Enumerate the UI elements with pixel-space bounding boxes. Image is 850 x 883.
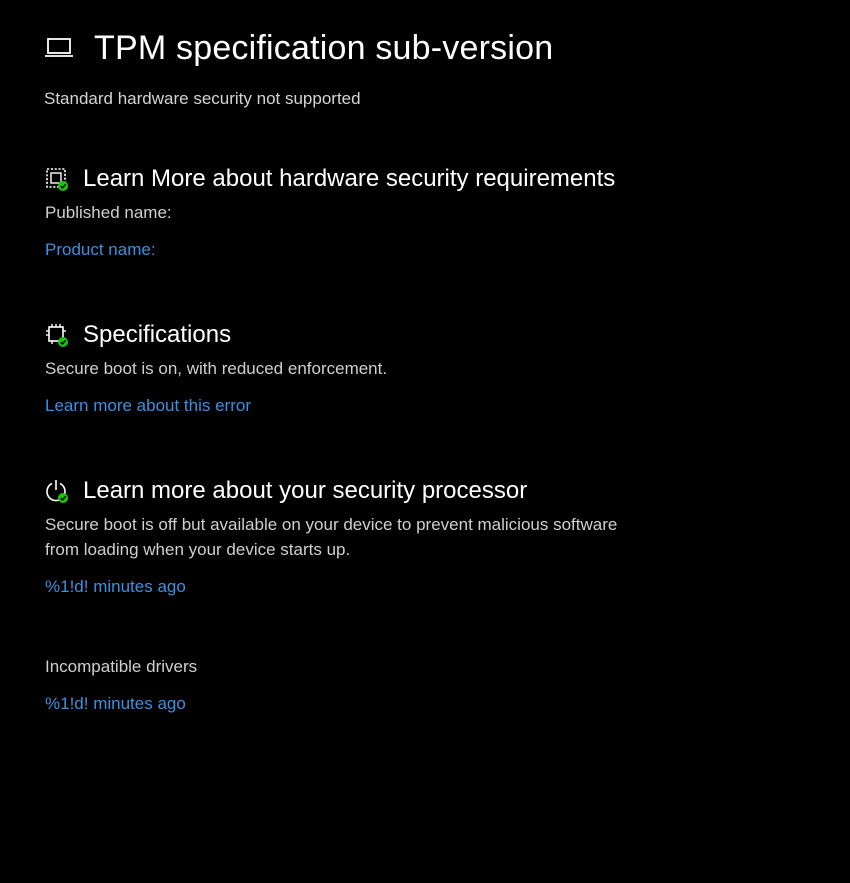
page-subtitle: Standard hardware security not supported <box>44 89 361 108</box>
product-name-link[interactable]: Product name: <box>45 239 156 261</box>
minutes-ago-link[interactable]: %1!d! minutes ago <box>45 576 186 598</box>
section-header: Learn More about hardware security requi… <box>45 164 685 194</box>
page-title: TPM specification sub-version <box>94 29 554 67</box>
section-security-processor: Learn more about your security processor… <box>45 476 685 598</box>
secure-boot-status-text: Secure boot is on, with reduced enforcem… <box>45 359 388 378</box>
security-processor-details-page: TPM specification sub-version Standard h… <box>0 0 850 883</box>
incompatible-drivers-label: Incompatible drivers <box>45 657 198 676</box>
secure-boot-description-text: Secure boot is off but available on your… <box>45 515 618 559</box>
section-hardware-security-requirements: Learn More about hardware security requi… <box>45 164 685 261</box>
laptop-icon <box>44 31 78 65</box>
page-header: TPM specification sub-version <box>44 26 553 70</box>
published-name-text: Published name: <box>45 203 172 222</box>
power-check-icon <box>45 478 69 504</box>
section-title: Learn More about hardware security requi… <box>83 165 616 192</box>
section-header: Specifications <box>45 320 685 350</box>
learn-more-error-link[interactable]: Learn more about this error <box>45 395 251 417</box>
section-title: Learn more about your security processor <box>83 477 528 504</box>
processor-check-icon <box>45 322 69 348</box>
section-incompatible-drivers: Incompatible drivers %1!d! minutes ago <box>45 654 685 715</box>
drivers-minutes-ago-link[interactable]: %1!d! minutes ago <box>45 693 186 715</box>
section-specifications: Specifications Secure boot is on, with r… <box>45 320 685 417</box>
section-header: Learn more about your security processor <box>45 476 685 506</box>
chip-check-icon <box>45 166 69 192</box>
section-title: Specifications <box>83 321 232 348</box>
